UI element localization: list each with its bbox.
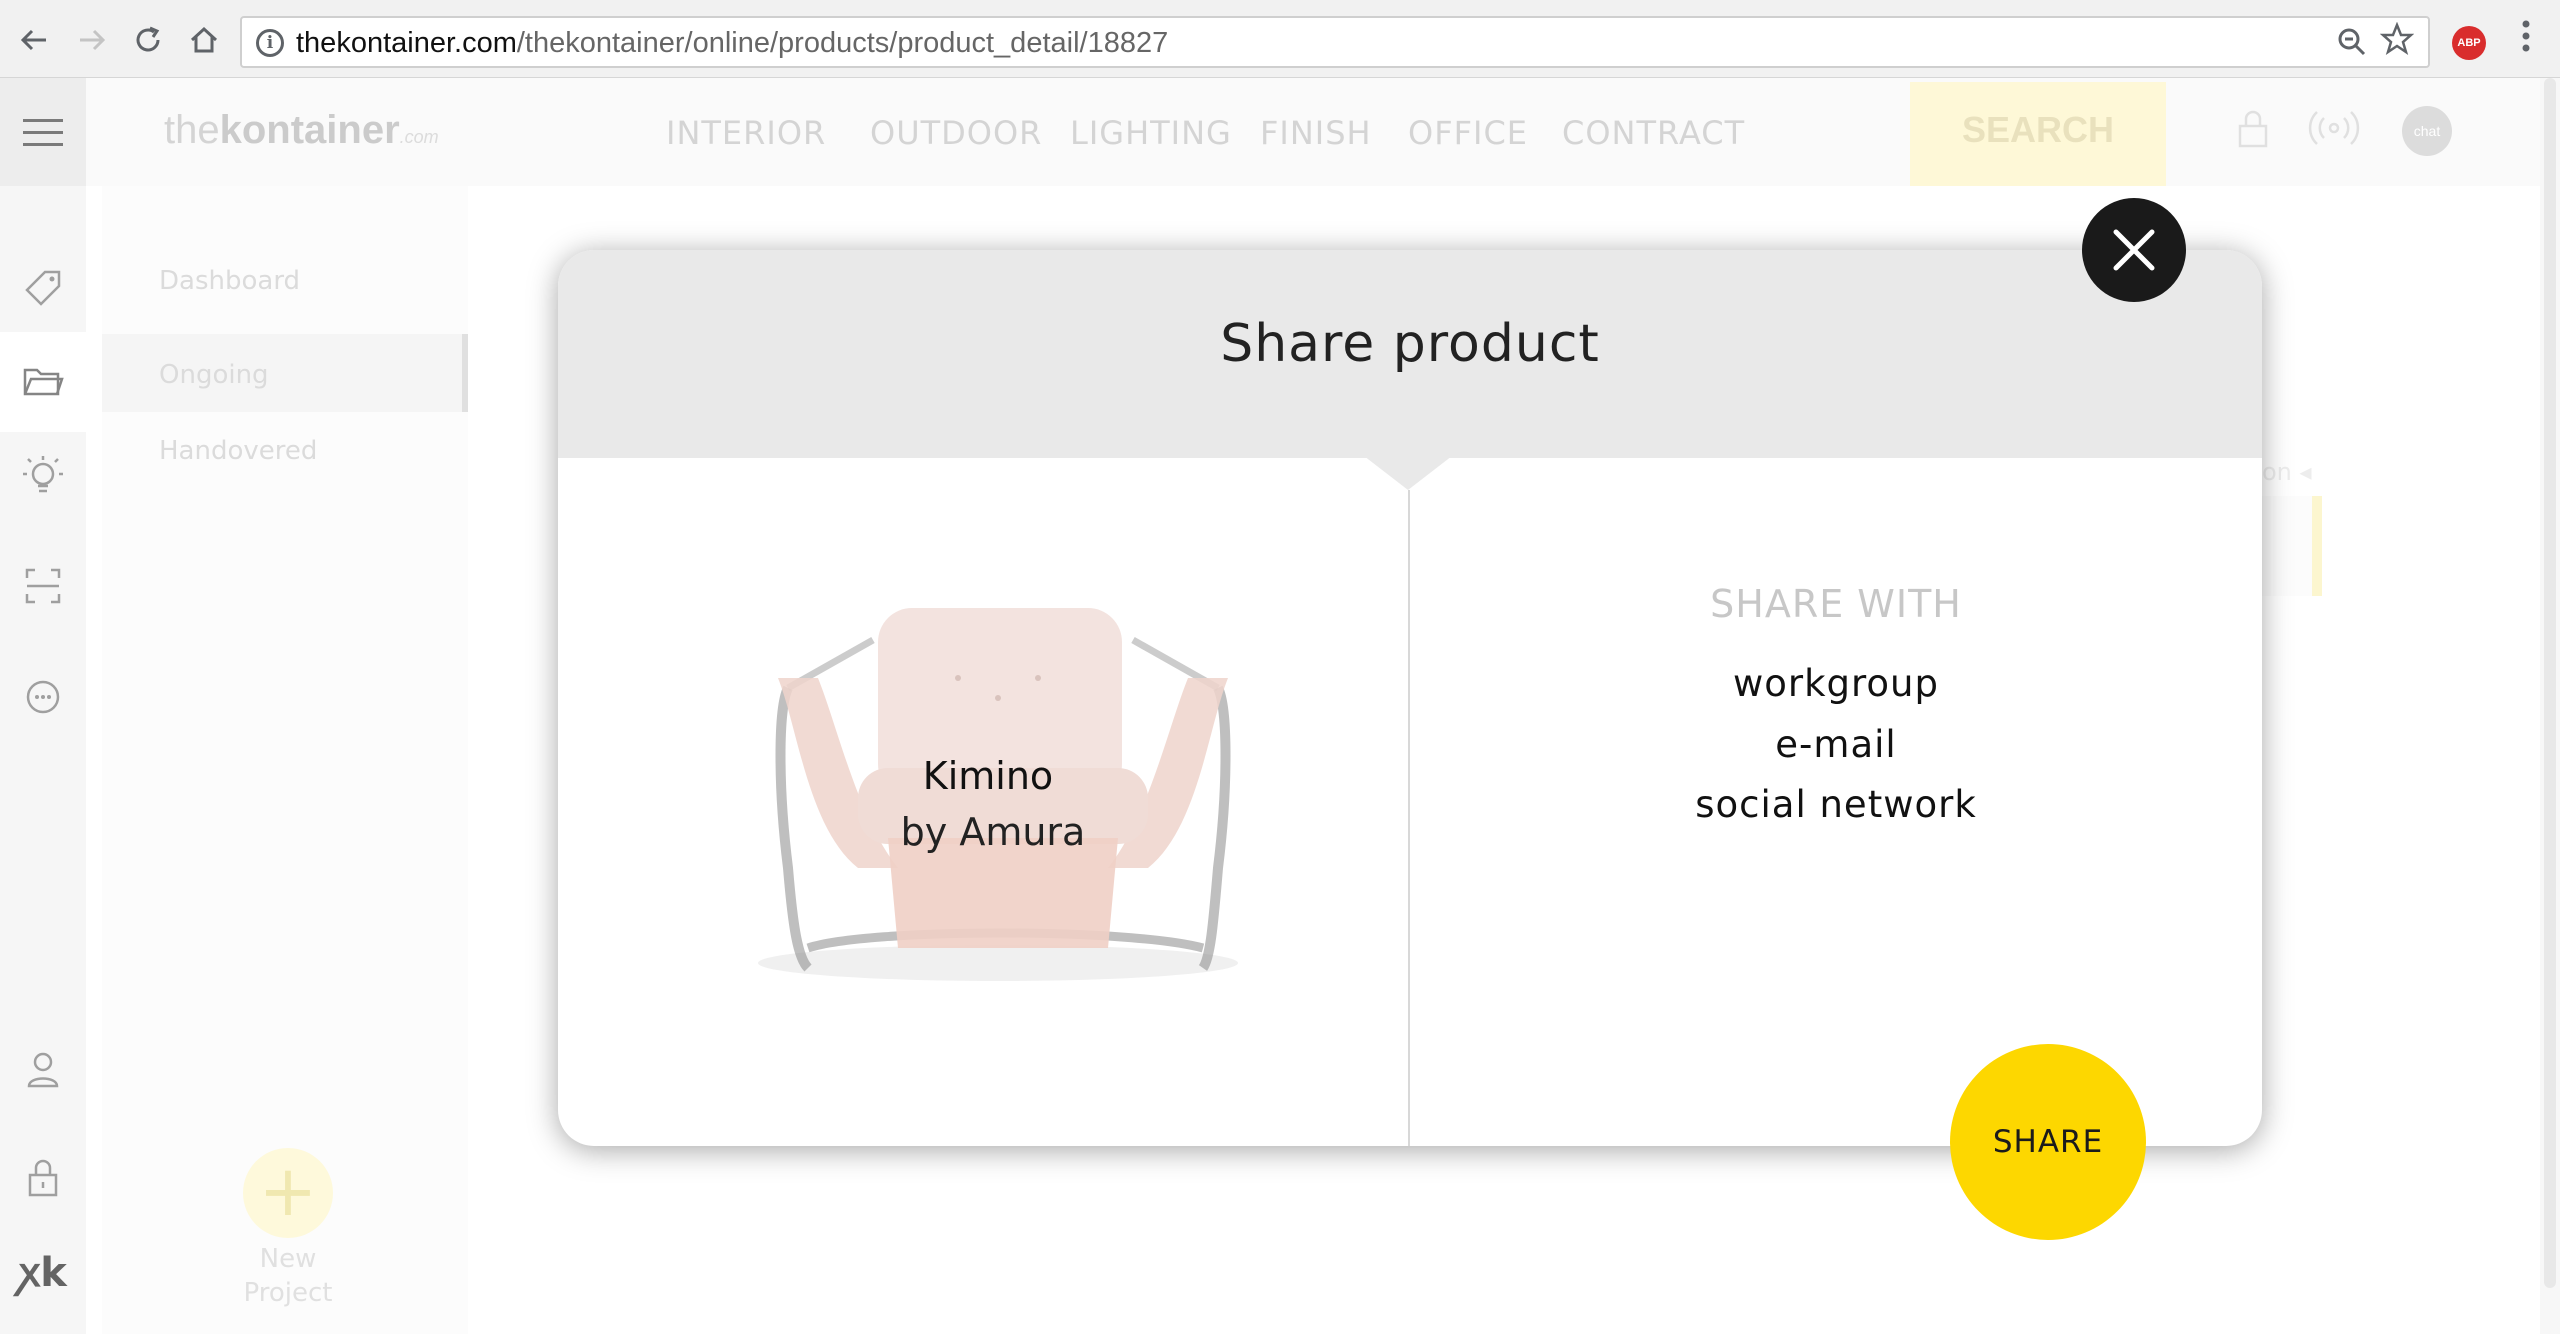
share-option-workgroup[interactable]: workgroup [1410,662,2262,705]
url-domain: thekontainer.com [296,27,517,59]
product-card: Kimino by Amura [558,458,1408,1146]
modal-header: Share product [558,250,2262,458]
close-icon [2113,229,2155,271]
reload-button[interactable] [128,20,168,60]
share-product-modal: Share product Kimino by Amura SHARE WITH… [558,250,2262,1146]
address-bar[interactable]: i thekontainer.com/thekontainer/online/p… [240,16,2430,68]
back-button[interactable] [14,20,54,60]
back-arrow-icon [20,29,46,51]
share-options-panel: SHARE WITH workgroup e-mail social netwo… [1410,458,2262,1146]
home-icon [190,26,218,53]
share-option-email[interactable]: e-mail [1410,723,2262,766]
bookmark-star-icon[interactable] [2379,21,2415,65]
share-button[interactable]: SHARE [1950,1044,2146,1240]
browser-toolbar: i thekontainer.com/thekontainer/online/p… [0,0,2560,78]
zoom-icon[interactable] [2336,26,2368,66]
product-name: Kimino [922,754,1054,798]
url-text[interactable]: thekontainer.com/thekontainer/online/pro… [296,27,1168,60]
browser-menu-icon[interactable] [2516,18,2536,62]
home-button[interactable] [184,20,224,60]
forward-button[interactable] [72,20,112,60]
share-option-social-network[interactable]: social network [1410,783,2262,826]
forward-arrow-icon [80,29,106,51]
share-with-heading: SHARE WITH [1710,582,1962,626]
adblock-icon[interactable]: ABP [2452,26,2486,60]
close-modal-button[interactable] [2082,198,2186,302]
url-path: /thekontainer/online/products/product_de… [516,27,1169,59]
info-icon[interactable]: i [256,29,284,57]
product-brand: by Amura [900,810,1086,854]
reload-icon [136,26,160,52]
modal-title: Share product [1220,314,1600,374]
